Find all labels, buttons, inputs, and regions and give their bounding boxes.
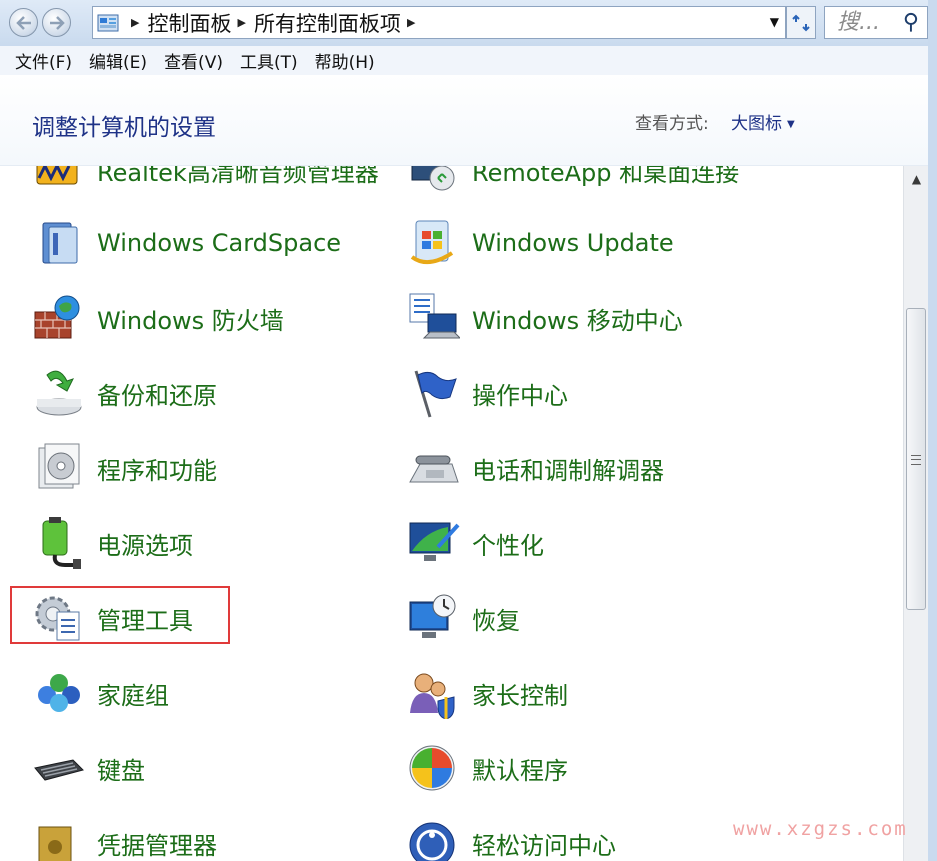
scroll-up-arrow-icon[interactable]: ▲ xyxy=(904,172,929,190)
item-phone-modem[interactable]: 电话和调制解调器 xyxy=(408,438,664,498)
item-realtek-audio[interactable]: Realtek高清晰音频管理器 xyxy=(33,166,379,200)
item-recovery[interactable]: 恢复 xyxy=(408,588,520,648)
menu-file[interactable]: 文件(F) xyxy=(15,48,72,73)
phone-modem-icon xyxy=(409,455,459,483)
keyboard-icon xyxy=(34,759,84,781)
cardspace-icon xyxy=(42,222,78,264)
highlight-box xyxy=(10,586,230,644)
firewall-icon xyxy=(34,295,80,339)
item-ease-of-access[interactable]: 轻松访问中心 xyxy=(408,813,616,861)
personalization-icon xyxy=(409,522,460,561)
item-programs-features[interactable]: 程序和功能 xyxy=(33,438,217,498)
programs-icon xyxy=(38,443,80,489)
item-label: 凭据管理器 xyxy=(97,831,217,860)
scrollbar-thumb[interactable] xyxy=(906,308,926,610)
item-parental-controls[interactable]: 家长控制 xyxy=(408,663,568,723)
parental-controls-icon xyxy=(410,673,455,719)
view-by-label: 查看方式: xyxy=(635,114,709,134)
page-header: 调整计算机的设置 查看方式: 大图标 ▼ xyxy=(0,75,937,166)
item-label: 操作中心 xyxy=(472,381,568,410)
item-label: 恢复 xyxy=(472,606,520,635)
item-label: 键盘 xyxy=(97,756,145,785)
breadcrumb-separator-icon[interactable]: ▶ xyxy=(407,16,415,29)
homegroup-icon xyxy=(38,674,80,712)
item-label: 电话和调制解调器 xyxy=(472,456,664,485)
item-windows-cardspace[interactable]: Windows CardSpace xyxy=(33,213,341,273)
breadcrumb-all-items[interactable]: 所有控制面板项 xyxy=(254,8,401,38)
remoteapp-icon xyxy=(411,166,455,191)
windows-update-icon xyxy=(410,220,454,265)
ease-of-access-icon xyxy=(409,822,455,861)
breadcrumb-separator-icon[interactable]: ▶ xyxy=(131,16,139,29)
item-label: 程序和功能 xyxy=(97,456,217,485)
item-backup-restore[interactable]: 备份和还原 xyxy=(33,363,217,423)
search-input[interactable]: 搜... ⚲ xyxy=(824,6,928,39)
menu-tools[interactable]: 工具(T) xyxy=(240,48,298,73)
control-panel-icon xyxy=(97,14,119,31)
item-power-options[interactable]: 电源选项 xyxy=(33,513,193,573)
search-placeholder: 搜... xyxy=(837,10,880,35)
item-windows-update[interactable]: Windows Update xyxy=(408,213,674,273)
forward-arrow-icon xyxy=(49,15,65,30)
control-panel-items: Realtek高清晰音频管理器 Windows CardSpace Window… xyxy=(0,166,903,861)
item-label: Realtek高清晰音频管理器 xyxy=(97,166,379,187)
item-label: 家庭组 xyxy=(97,681,169,710)
vertical-scrollbar[interactable]: ▲ xyxy=(903,166,929,861)
item-label: 备份和还原 xyxy=(97,381,217,410)
item-label: RemoteApp 和桌面连接 xyxy=(472,166,740,187)
breadcrumb-control-panel[interactable]: 控制面板 xyxy=(147,8,231,38)
search-icon[interactable]: ⚲ xyxy=(903,7,919,38)
realtek-audio-icon xyxy=(36,166,78,185)
dropdown-caret-icon[interactable]: ▼ xyxy=(787,119,795,130)
item-homegroup[interactable]: 家庭组 xyxy=(33,663,169,723)
menu-edit[interactable]: 编辑(E) xyxy=(89,48,147,73)
view-by-value[interactable]: 大图标 xyxy=(731,114,782,134)
forward-button[interactable] xyxy=(42,8,71,37)
item-default-programs[interactable]: 默认程序 xyxy=(408,738,568,798)
address-toolbar: ▶ 控制面板 ▶ 所有控制面板项 ▶ ▼ 搜... ⚲ xyxy=(0,0,937,47)
page-title: 调整计算机的设置 xyxy=(32,115,216,141)
menu-view[interactable]: 查看(V) xyxy=(164,48,223,73)
item-label: Windows CardSpace xyxy=(97,229,342,257)
default-programs-icon xyxy=(409,745,455,791)
item-label: 个性化 xyxy=(472,531,544,560)
back-arrow-icon xyxy=(15,15,31,30)
backup-icon xyxy=(36,370,82,416)
recovery-icon xyxy=(409,594,456,638)
item-label: 电源选项 xyxy=(97,531,193,560)
menu-help[interactable]: 帮助(H) xyxy=(315,48,375,73)
back-button[interactable] xyxy=(9,8,38,37)
item-label: Windows 防火墙 xyxy=(97,306,284,335)
refresh-icon xyxy=(792,14,810,31)
item-remoteapp[interactable]: RemoteApp 和桌面连接 xyxy=(408,166,739,200)
breadcrumb-separator-icon[interactable]: ▶ xyxy=(237,16,245,29)
view-by-dropdown[interactable]: 大图标 ▼ xyxy=(731,109,795,134)
item-mobility-center[interactable]: Windows 移动中心 xyxy=(408,288,683,348)
window-frame-edge xyxy=(928,0,937,861)
item-keyboard[interactable]: 键盘 xyxy=(33,738,145,798)
address-bar[interactable]: ▶ 控制面板 ▶ 所有控制面板项 ▶ ▼ xyxy=(92,6,786,39)
power-icon xyxy=(42,517,81,569)
address-dropdown-icon[interactable]: ▼ xyxy=(770,15,779,29)
item-label: 家长控制 xyxy=(472,681,568,710)
item-windows-firewall[interactable]: Windows 防火墙 xyxy=(33,288,284,348)
watermark-text: www.xzgzs.com xyxy=(733,818,908,840)
item-label: 默认程序 xyxy=(472,756,568,785)
credential-icon xyxy=(38,826,72,861)
action-center-flag-icon xyxy=(414,370,457,418)
mobility-center-icon xyxy=(409,293,460,339)
item-personalization[interactable]: 个性化 xyxy=(408,513,544,573)
menu-bar: 文件(F) 编辑(E) 查看(V) 工具(T) 帮助(H) xyxy=(0,46,937,76)
grip-icon xyxy=(911,455,921,465)
item-label: Windows Update xyxy=(472,229,674,257)
item-label: Windows 移动中心 xyxy=(472,306,683,335)
refresh-button[interactable] xyxy=(786,6,816,39)
item-credential-manager[interactable]: 凭据管理器 xyxy=(33,813,217,861)
item-label: 轻松访问中心 xyxy=(472,831,616,860)
item-action-center[interactable]: 操作中心 xyxy=(408,363,568,423)
